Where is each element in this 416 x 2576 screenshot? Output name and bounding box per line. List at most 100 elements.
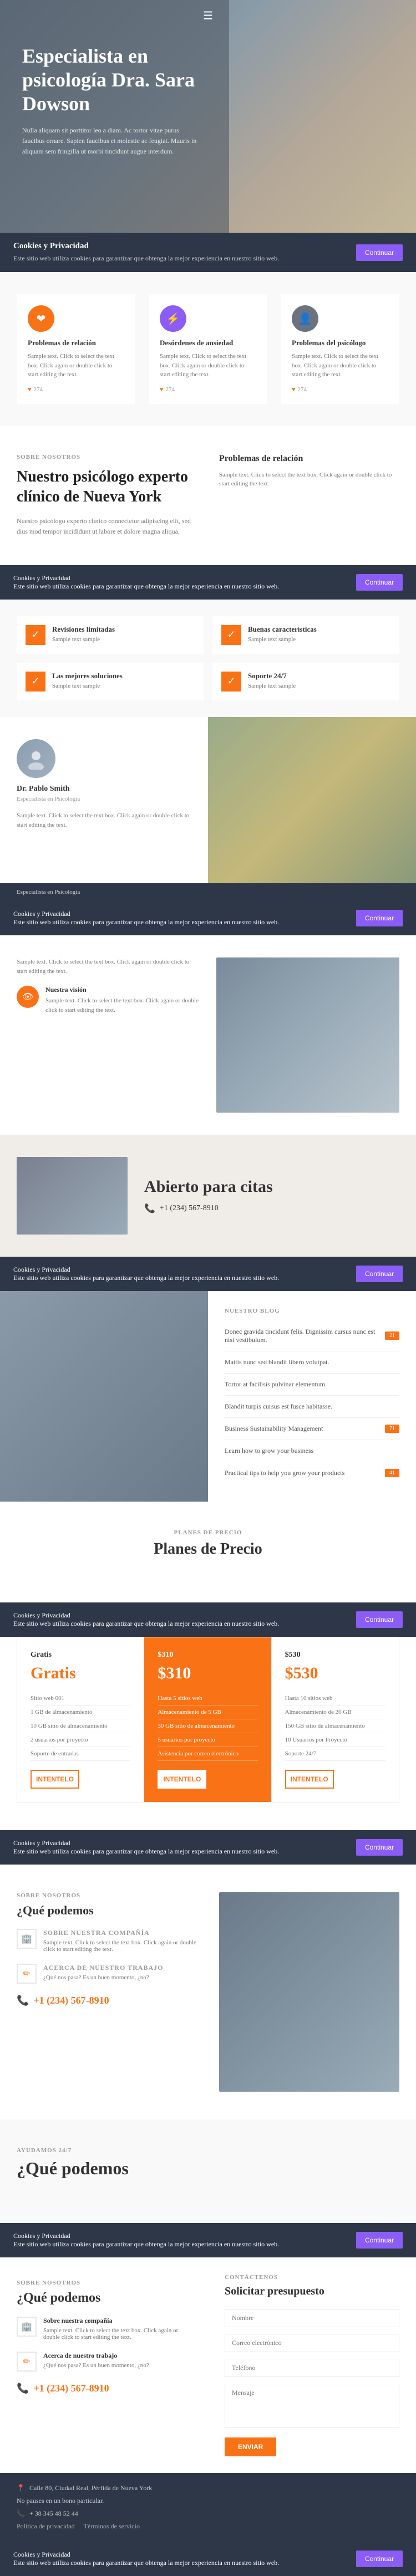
cookie-button-2[interactable]: Continuar	[356, 574, 403, 591]
menu-icon[interactable]: ☰	[203, 9, 213, 23]
hero-content: Especialista en psicología Dra. Sara Dow…	[22, 44, 200, 157]
card-title-3: Problemas del psicólogo	[292, 339, 388, 347]
message-textarea[interactable]	[225, 2384, 399, 2428]
contact-label: Contáctenos	[225, 2274, 399, 2281]
contact-company-title: ¿Qué podemos	[17, 2291, 191, 2306]
location-icon: 📍	[17, 2484, 25, 2492]
cookie-text-5: Cookies y Privacidad Este sitio web util…	[13, 1611, 356, 1628]
contact-company-item-2: ✏ Acerca de nuestro trabajo ¿Qué nos pas…	[17, 2352, 191, 2372]
vision-left: Sample text. Click to select the text bo…	[17, 957, 200, 1033]
company-item-title-1: Sobre nuestra compañía	[43, 1929, 197, 1937]
vision-section: Sample text. Click to select the text bo…	[0, 935, 416, 1135]
blog-image	[0, 1291, 208, 1502]
check-icon-3: ✓	[26, 672, 45, 692]
footer-no-pauses: No pauses en un bono particular.	[17, 2497, 399, 2505]
submit-button[interactable]: Enviar	[225, 2437, 276, 2456]
blog-item-3[interactable]: Tortor at facilisis pulvinar elementum.	[225, 1374, 399, 1396]
blog-item-6[interactable]: Learn how to grow your business	[225, 1440, 399, 1462]
blog-item-2[interactable]: Mattis nunc sed blandit libero volutpat.	[225, 1351, 399, 1374]
cookie-title-5: Cookies y Privacidad	[13, 1611, 356, 1620]
about-section: SOBRE NOSOTROS Nuestro psicólogo experto…	[0, 426, 416, 565]
plans-header: PLANES DE PRECIO Planes de Precio	[17, 1529, 399, 1558]
footer-address: 📍 Calle 80, Ciudad Real, Pérfida de Nuev…	[17, 2484, 399, 2492]
cookie-button-6[interactable]: Continuar	[356, 1839, 403, 1856]
company-phone[interactable]: 📞 +1 (234) 567-8910	[17, 1995, 197, 2006]
footer-section: 📍 Calle 80, Ciudad Real, Pérfida de Nuev…	[0, 2473, 416, 2542]
plan-free: Gratis Gratis Sitio web 001 1 GB de alma…	[17, 1637, 144, 1802]
company-left: SOBRE NOSOTROS ¿Qué podemos 🏢 Sobre nues…	[17, 1892, 197, 2092]
cookie-button-7[interactable]: Continuar	[356, 2232, 403, 2249]
profile-avatar	[17, 739, 55, 778]
check-title-4: Soporte 24/7	[248, 672, 296, 680]
cards-grid: ❤ Problemas de relación Sample text. Cli…	[17, 294, 399, 404]
card-title-1: Problemas de relación	[28, 339, 124, 347]
plan-free-btn[interactable]: INTENTELO	[31, 1770, 79, 1789]
plans-label: PLANES DE PRECIO	[17, 1529, 399, 1536]
blog-item-7[interactable]: Practical tips to help you grow your pro…	[225, 1462, 399, 1484]
cookie-button-8[interactable]: Continuar	[356, 2551, 403, 2567]
card-icon-3: 👤	[292, 305, 318, 332]
cookie-button-3[interactable]: Continuar	[356, 910, 403, 926]
footer-phone-icon: 📞	[17, 2510, 25, 2518]
cookie-button-1[interactable]: Continuar	[356, 244, 403, 261]
card-likes-3: ♥ 274	[292, 386, 388, 393]
footer-privacy-link[interactable]: Política de privacidad	[17, 2522, 75, 2531]
name-input[interactable]	[225, 2309, 399, 2327]
card-3: 👤 Problemas del psicólogo Sample text. C…	[281, 294, 399, 404]
check-text-2: Sample text sample	[248, 636, 317, 643]
heart-icon-2: ♥	[160, 386, 164, 393]
phone-input[interactable]	[225, 2359, 399, 2377]
card-1: ❤ Problemas de relación Sample text. Cli…	[17, 294, 135, 404]
cookie-title-8: Cookies y Privacidad	[13, 2551, 356, 2559]
check-title-2: Buenas características	[248, 625, 317, 634]
contact-company-icon-2: ✏	[17, 2352, 37, 2372]
cookie-text-8: Cookies y Privacidad Este sitio web util…	[13, 2551, 356, 2567]
email-input[interactable]	[225, 2334, 399, 2352]
check-section: ✓ Revisiones limitadas Sample text sampl…	[0, 600, 416, 717]
footer-terms-link[interactable]: Términos de servicio	[84, 2522, 140, 2531]
contact-company-item-t2: Acerca de nuestro trabajo	[43, 2352, 149, 2360]
cookie-text-content-6: Este sitio web utiliza cookies para gara…	[13, 1847, 356, 1856]
cookie-text-content-8: Este sitio web utiliza cookies para gara…	[13, 2559, 356, 2567]
cookie-banner-3: Cookies y Privacidad Este sitio web util…	[0, 901, 416, 935]
card-text-1: Sample text. Click to select the text bo…	[28, 352, 124, 380]
blog-tag-5: 71	[385, 1425, 399, 1433]
form-phone-field	[225, 2359, 399, 2377]
vision-text: Nuestra visión Sample text. Click to sel…	[45, 986, 200, 1025]
specialist-banner: Especialista en Psicología	[0, 883, 416, 901]
cookie-text-content-4: Este sitio web utiliza cookies para gara…	[13, 1274, 356, 1282]
cookie-title-4: Cookies y Privacidad	[13, 1266, 356, 1274]
form-message-field	[225, 2384, 399, 2431]
check-title-1: Revisiones limitadas	[52, 625, 115, 634]
plan-530-btn[interactable]: INTENTELO	[285, 1770, 334, 1789]
cards-section: ❤ Problemas de relación Sample text. Cli…	[0, 272, 416, 426]
card-title-2: Desórdenes de ansiedad	[160, 339, 256, 347]
card-likes-1: ♥ 274	[28, 386, 124, 393]
profile-name: Dr. Pablo Smith	[17, 785, 191, 793]
check-grid: ✓ Revisiones limitadas Sample text sampl…	[17, 616, 399, 700]
check-text-4: Sample text sample	[248, 683, 296, 689]
plan-free-f3: 10 GB sitio de almacenamiento	[31, 1719, 130, 1733]
appointment-image	[17, 1157, 128, 1235]
contact-phone[interactable]: 📞 +1 (234) 567-8910	[17, 2383, 191, 2394]
footer-phone: 📞 + 38 345 48 52 44	[17, 2510, 399, 2518]
plan-free-f5: Soporte de entradas	[31, 1747, 130, 1761]
cookie-button-5[interactable]: Continuar	[356, 1611, 403, 1628]
cookie-text-content-5: Este sitio web utiliza cookies para gara…	[13, 1620, 356, 1628]
blog-item-5[interactable]: Business Sustainability Management 71	[225, 1418, 399, 1440]
plan-530-f2: Almacenamiento de 20 GB	[285, 1706, 385, 1719]
cookie-button-4[interactable]: Continuar	[356, 1266, 403, 1282]
blog-item-4[interactable]: Blandit turpis cursus est fusce habitass…	[225, 1396, 399, 1418]
plan-310-btn[interactable]: INTENTELO	[158, 1770, 206, 1789]
contact-right: Contáctenos Solicitar presupuesto Enviar	[208, 2257, 416, 2473]
check-text-1: Sample text sample	[52, 636, 115, 643]
cookie-text-content-1: Este sitio web utiliza cookies para gara…	[13, 253, 335, 263]
company-title: ¿Qué podemos	[17, 1903, 197, 1918]
cookie-title-6: Cookies y Privacidad	[13, 1839, 356, 1847]
cookie-text-3: Cookies y Privacidad Este sitio web util…	[13, 910, 356, 926]
about-right-text: Sample text. Click to select the text bo…	[219, 470, 399, 489]
blog-item-1[interactable]: Donec gravida tincidunt felis. Dignissim…	[225, 1321, 399, 1351]
plan-310-f4: 5 usuarios por proyecto	[158, 1733, 257, 1747]
contact-title: Solicitar presupuesto	[225, 2285, 399, 2298]
form-name-field	[225, 2309, 399, 2327]
